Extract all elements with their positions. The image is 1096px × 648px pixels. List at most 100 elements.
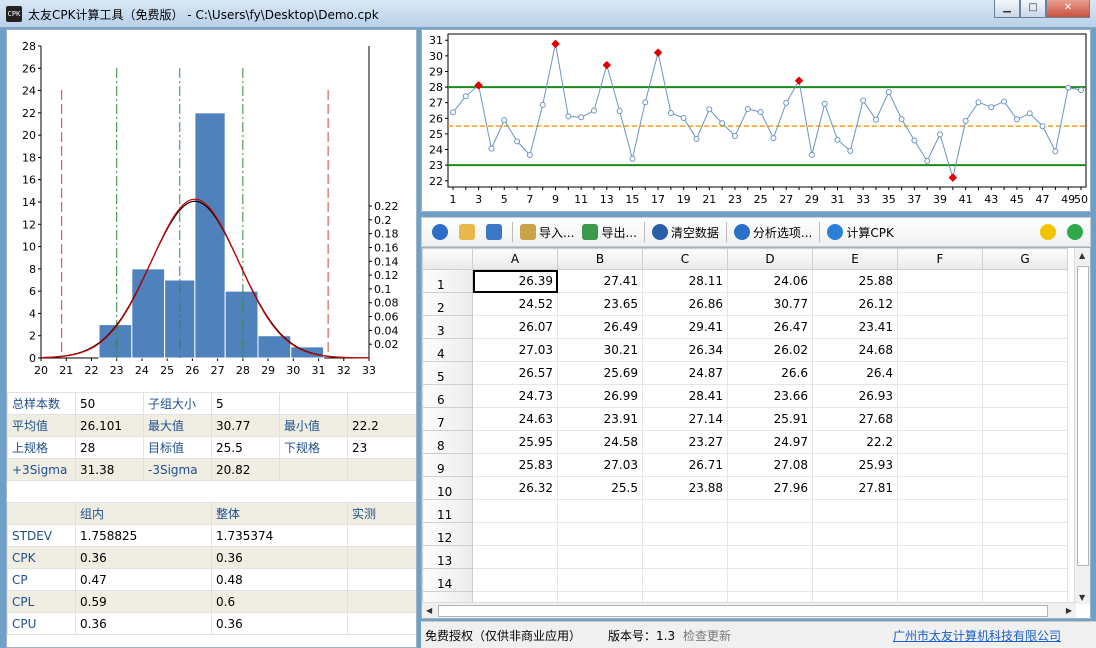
grid-cell[interactable]: 28.41 <box>642 384 728 408</box>
grid-cell[interactable]: 26.71 <box>642 453 728 477</box>
calculate-cpk-button[interactable]: 计算CPK <box>823 220 898 244</box>
grid-cell[interactable] <box>812 545 898 569</box>
open-button[interactable] <box>455 220 482 244</box>
grid-cell[interactable] <box>982 453 1068 477</box>
column-header[interactable]: A <box>472 248 558 270</box>
row-header[interactable]: 11 <box>422 499 473 523</box>
grid-cell[interactable] <box>897 522 983 546</box>
grid-cell[interactable]: 23.27 <box>642 430 728 454</box>
row-header[interactable]: 14 <box>422 568 473 592</box>
maximize-button[interactable]: □ <box>1020 0 1046 18</box>
grid-cell[interactable]: 26.99 <box>557 384 643 408</box>
column-header[interactable]: F <box>897 248 983 270</box>
grid-cell[interactable]: 27.03 <box>557 453 643 477</box>
export-button[interactable]: 导出... <box>578 220 640 244</box>
grid-cell[interactable]: 25.93 <box>812 453 898 477</box>
grid-cell[interactable]: 25.83 <box>472 453 558 477</box>
grid-cell[interactable] <box>897 338 983 362</box>
grid-cell[interactable] <box>812 522 898 546</box>
grid-cell[interactable]: 23.91 <box>557 407 643 431</box>
grid-cell[interactable]: 26.32 <box>472 476 558 500</box>
scroll-left-arrow-icon[interactable]: ◀ <box>426 606 432 615</box>
grid-cell[interactable]: 24.73 <box>472 384 558 408</box>
horizontal-scrollbar[interactable]: ◀ ▶ <box>422 602 1076 618</box>
feedback-button[interactable] <box>1063 220 1090 244</box>
column-header[interactable]: G <box>982 248 1068 270</box>
grid-cell[interactable]: 23.41 <box>812 315 898 339</box>
grid-cell[interactable] <box>897 269 983 293</box>
grid-cell[interactable] <box>472 545 558 569</box>
company-link[interactable]: 广州市太友计算机科技有限公司 <box>893 627 1061 644</box>
grid-cell[interactable]: 29.41 <box>642 315 728 339</box>
grid-cell[interactable] <box>982 384 1068 408</box>
grid-cell[interactable]: 27.96 <box>727 476 813 500</box>
vertical-scroll-thumb[interactable] <box>1077 266 1089 566</box>
grid-cell[interactable] <box>982 430 1068 454</box>
grid-cell[interactable]: 26.93 <box>812 384 898 408</box>
grid-cell[interactable] <box>982 568 1068 592</box>
grid-cell[interactable] <box>472 499 558 523</box>
grid-cell[interactable]: 23.88 <box>642 476 728 500</box>
grid-cell[interactable] <box>897 430 983 454</box>
row-header[interactable]: 9 <box>422 453 473 477</box>
grid-cell[interactable]: 26.12 <box>812 292 898 316</box>
grid-cell[interactable] <box>727 568 813 592</box>
row-header[interactable]: 1 <box>422 269 473 293</box>
scroll-right-arrow-icon[interactable]: ▶ <box>1066 606 1072 615</box>
grid-cell[interactable]: 26.86 <box>642 292 728 316</box>
grid-cell[interactable] <box>727 545 813 569</box>
help-button[interactable] <box>1036 220 1063 244</box>
grid-cell[interactable]: 27.14 <box>642 407 728 431</box>
grid-cell[interactable]: 25.88 <box>812 269 898 293</box>
save-button[interactable] <box>482 220 509 244</box>
grid-cell[interactable]: 24.06 <box>727 269 813 293</box>
grid-cell[interactable]: 22.2 <box>812 430 898 454</box>
grid-cell[interactable] <box>897 476 983 500</box>
grid-cell[interactable]: 25.69 <box>557 361 643 385</box>
grid-cell[interactable] <box>897 545 983 569</box>
grid-cell[interactable]: 28.11 <box>642 269 728 293</box>
row-header[interactable]: 3 <box>422 315 473 339</box>
row-header[interactable]: 5 <box>422 361 473 385</box>
grid-cell[interactable] <box>642 568 728 592</box>
grid-cell[interactable] <box>642 499 728 523</box>
grid-cell[interactable] <box>557 522 643 546</box>
analysis-options-button[interactable]: 分析选项... <box>730 220 816 244</box>
horizontal-scroll-thumb[interactable] <box>438 605 1048 617</box>
import-button[interactable]: 导入... <box>516 220 578 244</box>
grid-cell[interactable]: 26.07 <box>472 315 558 339</box>
grid-cell[interactable]: 24.97 <box>727 430 813 454</box>
grid-cell[interactable] <box>982 407 1068 431</box>
grid-cell[interactable]: 27.08 <box>727 453 813 477</box>
grid-cell[interactable]: 26.02 <box>727 338 813 362</box>
grid-cell[interactable] <box>982 361 1068 385</box>
close-button[interactable]: ✕ <box>1046 0 1090 18</box>
minimize-button[interactable]: ▁ <box>994 0 1020 18</box>
column-header[interactable]: B <box>557 248 643 270</box>
grid-cell[interactable]: 24.68 <box>812 338 898 362</box>
row-header[interactable]: 8 <box>422 430 473 454</box>
grid-cell[interactable] <box>982 292 1068 316</box>
scroll-up-arrow-icon[interactable]: ▲ <box>1079 251 1085 260</box>
grid-cell[interactable] <box>727 499 813 523</box>
grid-cell[interactable]: 26.49 <box>557 315 643 339</box>
grid-cell[interactable]: 24.58 <box>557 430 643 454</box>
new-button[interactable] <box>428 220 455 244</box>
grid-cell[interactable]: 26.39 <box>472 269 558 293</box>
grid-cell[interactable]: 26.34 <box>642 338 728 362</box>
grid-cell[interactable] <box>982 522 1068 546</box>
row-header[interactable]: 12 <box>422 522 473 546</box>
grid-cell[interactable] <box>897 453 983 477</box>
grid-cell[interactable]: 26.6 <box>727 361 813 385</box>
grid-cell[interactable] <box>897 407 983 431</box>
grid-cell[interactable] <box>897 361 983 385</box>
grid-cell[interactable] <box>812 568 898 592</box>
grid-cell[interactable] <box>982 315 1068 339</box>
grid-cell[interactable] <box>642 522 728 546</box>
row-header[interactable]: 10 <box>422 476 473 500</box>
row-header[interactable]: 7 <box>422 407 473 431</box>
row-header[interactable]: 6 <box>422 384 473 408</box>
grid-cell[interactable]: 27.68 <box>812 407 898 431</box>
grid-cell[interactable] <box>897 568 983 592</box>
grid-cell[interactable] <box>982 476 1068 500</box>
